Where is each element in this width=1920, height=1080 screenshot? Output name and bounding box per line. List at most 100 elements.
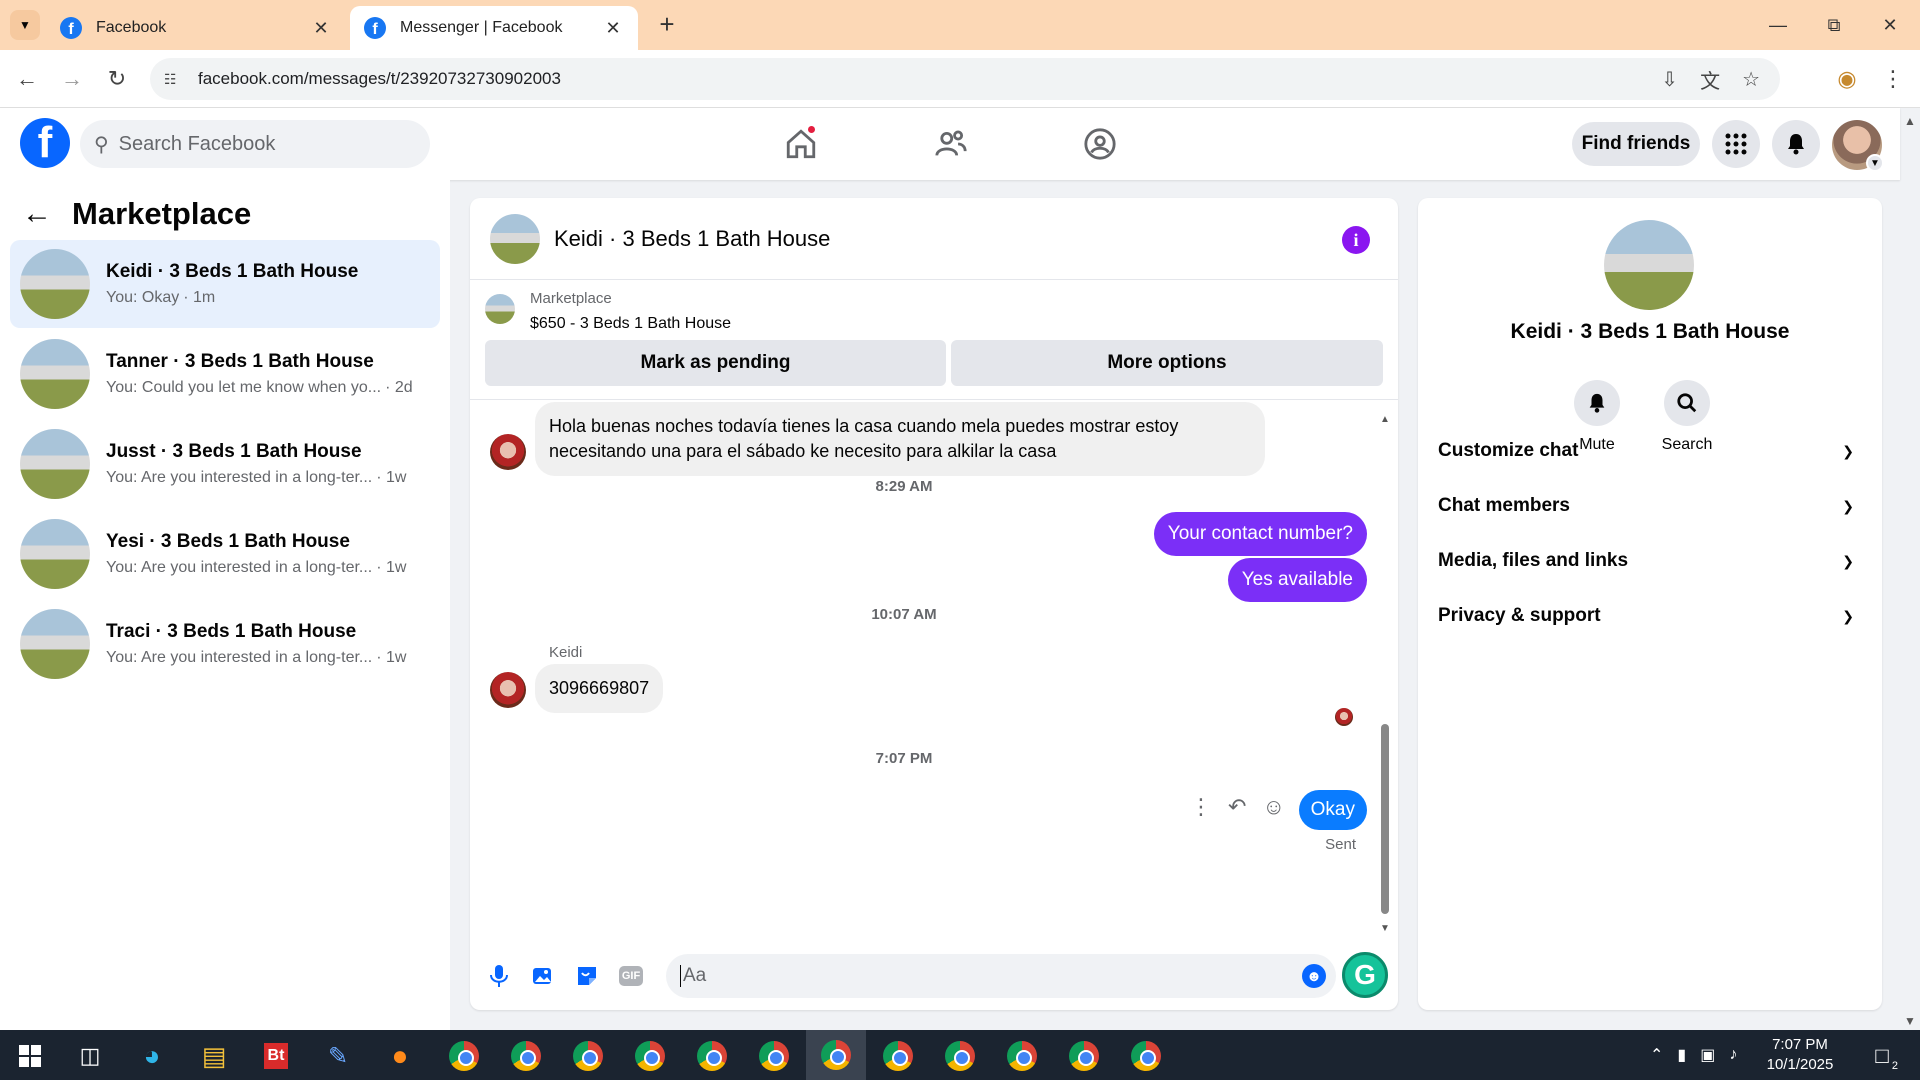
install-app-icon[interactable]: ⇩ (1661, 67, 1678, 92)
network-icon[interactable]: ▣ (1700, 1045, 1715, 1065)
taskbar-clock[interactable]: 7:07 PM 10/1/2025 (1750, 1035, 1850, 1075)
more-vertical-icon[interactable]: ⋮ (1190, 794, 1212, 820)
facebook-logo[interactable]: f (20, 118, 70, 168)
mark-as-pending-button[interactable]: Mark as pending (485, 340, 946, 386)
groups-nav[interactable] (1070, 122, 1130, 166)
scroll-up-icon[interactable]: ▲ (1380, 414, 1390, 425)
sender-avatar[interactable] (490, 434, 526, 470)
chrome-taskbar-icon[interactable] (506, 1036, 546, 1076)
file-explorer-taskbar-icon[interactable]: ▤ (194, 1036, 234, 1076)
new-tab-button[interactable]: + (652, 10, 682, 40)
facebook-search-input[interactable] (118, 132, 399, 156)
listing-title[interactable]: $650 - 3 Beds 1 Bath House (530, 315, 731, 333)
tab-search-button[interactable]: ▼ (10, 10, 40, 40)
gif-button[interactable]: GIF (615, 960, 647, 992)
reload-button[interactable]: ↻ (100, 62, 134, 96)
find-friends-button[interactable]: Find friends (1572, 122, 1700, 166)
chrome-taskbar-icon[interactable] (878, 1036, 918, 1076)
marketplace-label: Marketplace (530, 290, 612, 307)
section-media-files-links[interactable]: Media, files and links ❯ (1438, 536, 1862, 586)
volume-icon[interactable]: ♪ (1729, 1046, 1737, 1064)
grammarly-icon[interactable]: G (1342, 952, 1388, 998)
chrome-taskbar-icon[interactable] (940, 1036, 980, 1076)
facebook-search[interactable]: ⚲ (80, 120, 430, 168)
notification-center-button[interactable]: □ 2 (1862, 1036, 1902, 1076)
listing-thumbnail[interactable] (485, 294, 515, 324)
site-settings-icon[interactable]: ☷ (164, 71, 184, 88)
incoming-message[interactable]: 3096669807 (535, 664, 664, 713)
voice-clip-button[interactable] (483, 960, 515, 992)
chrome-taskbar-icon[interactable] (568, 1036, 608, 1076)
chrome-taskbar-icon-active[interactable] (806, 1030, 866, 1080)
message-input-box[interactable]: ☻ (666, 954, 1336, 998)
message-input[interactable] (680, 965, 1270, 987)
reply-icon[interactable]: ↶ (1228, 794, 1246, 820)
close-tab-icon[interactable]: ✕ (310, 18, 332, 39)
section-customize-chat[interactable]: Customize chat ❯ (1438, 426, 1862, 476)
conversation-item[interactable]: Yesi · 3 Beds 1 Bath House You: Are you … (10, 510, 440, 598)
chat-scrollbar[interactable]: ▲ ▼ (1380, 414, 1390, 934)
close-tab-icon[interactable]: ✕ (602, 18, 624, 39)
browser-menu-icon[interactable]: ⋮ (1878, 64, 1908, 94)
page-scrollbar[interactable]: ▲ ▼ (1900, 108, 1920, 1028)
close-window-button[interactable]: ✕ (1862, 0, 1918, 50)
incoming-message[interactable]: Hola buenas noches todavía tienes la cas… (535, 402, 1265, 476)
home-nav[interactable] (771, 122, 831, 166)
chrome-taskbar-icon[interactable] (1002, 1036, 1042, 1076)
restore-button[interactable]: ⧉ (1806, 0, 1862, 50)
chrome-taskbar-icon[interactable] (692, 1036, 732, 1076)
notifications-button[interactable] (1772, 120, 1820, 168)
conversation-item[interactable]: Traci · 3 Beds 1 Bath House You: Are you… (10, 600, 440, 688)
browser-tab-messenger[interactable]: f Messenger | Facebook ✕ (350, 6, 638, 50)
paint-taskbar-icon[interactable]: ✎ (318, 1036, 358, 1076)
battery-icon[interactable]: ▮ (1677, 1045, 1686, 1065)
emoji-icon[interactable]: ☻ (1302, 964, 1326, 988)
conversation-photo[interactable] (1604, 220, 1694, 310)
sender-avatar[interactable] (490, 672, 526, 708)
outgoing-message[interactable]: Your contact number? (1153, 512, 1367, 556)
conversation-item[interactable]: Tanner · 3 Beds 1 Bath House You: Could … (10, 330, 440, 418)
conversation-item[interactable]: Keidi · 3 Beds 1 Bath House You: Okay · 1… (10, 240, 440, 328)
chrome-taskbar-icon[interactable] (754, 1036, 794, 1076)
attach-photo-button[interactable] (527, 960, 559, 992)
conversation-item[interactable]: Jusst · 3 Beds 1 Bath House You: Are you… (10, 420, 440, 508)
chrome-taskbar-icon[interactable] (1064, 1036, 1104, 1076)
edge-taskbar-icon[interactable]: ◕ (132, 1036, 172, 1076)
chrome-taskbar-icon[interactable] (444, 1036, 484, 1076)
scroll-thumb[interactable] (1381, 724, 1389, 914)
section-privacy-support[interactable]: Privacy & support ❯ (1438, 591, 1862, 641)
react-emoji-icon[interactable]: ☺ (1262, 794, 1284, 820)
friends-nav[interactable] (921, 122, 981, 166)
url-text[interactable]: facebook.com/messages/t/2392073273090200… (198, 69, 561, 89)
more-options-button[interactable]: More options (951, 340, 1383, 386)
forward-button[interactable]: → (55, 62, 89, 96)
scroll-down-icon[interactable]: ▼ (1904, 1014, 1916, 1028)
browser-profile-icon[interactable]: ◉ (1832, 64, 1862, 94)
translate-icon[interactable]: 文 (1700, 65, 1720, 94)
chat-title[interactable]: Keidi · 3 Beds 1 Bath House (554, 226, 830, 252)
scroll-up-icon[interactable]: ▲ (1904, 114, 1916, 128)
windows-start-button[interactable] (10, 1036, 50, 1076)
sticker-button[interactable] (571, 960, 603, 992)
menu-grid-button[interactable] (1712, 120, 1760, 168)
back-button[interactable]: ← (10, 62, 44, 96)
back-arrow-icon[interactable]: ← (22, 197, 52, 231)
firefox-taskbar-icon[interactable]: ● (380, 1036, 420, 1076)
minimize-button[interactable]: — (1750, 0, 1806, 50)
address-bar[interactable]: ☷ facebook.com/messages/t/23920732730902… (150, 58, 1780, 100)
chat-avatar[interactable] (490, 213, 540, 264)
scroll-down-icon[interactable]: ▼ (1380, 923, 1390, 934)
account-avatar[interactable]: ▼ (1832, 120, 1884, 172)
task-view-button[interactable]: ◫ (70, 1036, 110, 1076)
conversation-name: Jusst · 3 Beds 1 Bath House (106, 441, 362, 462)
info-icon[interactable]: i (1342, 226, 1370, 254)
chrome-taskbar-icon[interactable] (1126, 1036, 1166, 1076)
show-hidden-icons[interactable]: ⌃ (1650, 1045, 1663, 1065)
bt-app-taskbar-icon[interactable]: Bt (256, 1036, 296, 1076)
outgoing-message[interactable]: Yes available (1227, 558, 1367, 602)
chrome-taskbar-icon[interactable] (630, 1036, 670, 1076)
outgoing-message[interactable]: Okay (1298, 790, 1367, 830)
bookmark-star-icon[interactable]: ☆ (1742, 67, 1760, 92)
browser-tab-facebook[interactable]: f Facebook ✕ (46, 6, 346, 50)
section-chat-members[interactable]: Chat members ❯ (1438, 481, 1862, 531)
